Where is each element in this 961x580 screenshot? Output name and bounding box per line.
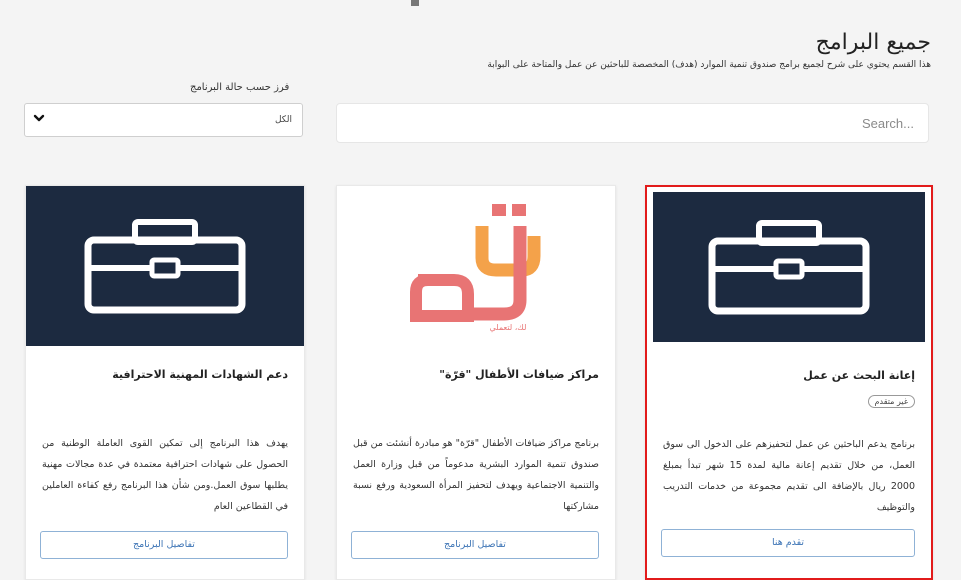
card-description: يهدف هذا البرنامج إلى تمكين القوى العامل…	[42, 438, 288, 512]
briefcase-icon	[84, 219, 246, 314]
status-filter-value: الكل	[274, 115, 292, 125]
filter-label: فرز حسب حالة البرنامج	[190, 82, 290, 93]
status-filter-select[interactable]: الكل	[24, 103, 303, 137]
page-description: هذا القسم يحتوي على شرح لجميع برامج صندو…	[487, 60, 931, 70]
search-input[interactable]: Search...	[336, 103, 929, 143]
program-card-job-seeker[interactable]: إعانة البحث عن عمل غير متقدم برنامج يدعم…	[645, 185, 933, 580]
card-title: دعم الشهادات المهنية الاحترافية	[112, 368, 288, 381]
card-image	[653, 192, 925, 342]
program-card-certificates[interactable]: دعم الشهادات المهنية الاحترافية يهدف هذا…	[25, 185, 305, 580]
status-badge: غير متقدم	[867, 395, 915, 408]
program-details-button[interactable]: تفاصيل البرنامج	[40, 531, 288, 559]
apply-here-button[interactable]: تقدم هنا	[661, 529, 915, 557]
briefcase-icon	[708, 220, 870, 315]
page-title: جميع البرامج	[815, 30, 931, 55]
card-description: برنامج يدعم الباحثين عن عمل لتحفيزهم على…	[663, 439, 915, 513]
logo-subtitle: لك، لتعملي	[490, 323, 527, 332]
card-image: لك، لتعملي	[337, 186, 615, 346]
card-title: إعانة البحث عن عمل	[803, 369, 915, 382]
program-details-button[interactable]: تفاصيل البرنامج	[351, 531, 599, 559]
top-scroll-marker	[411, 0, 419, 6]
search-placeholder: Search...	[861, 116, 914, 131]
chevron-down-icon	[33, 114, 45, 122]
card-description: برنامج مراكز ضيافات الأطفال "قرّة" هو مب…	[353, 438, 599, 512]
program-card-qurra[interactable]: لك، لتعملي مراكز ضيافات الأطفال "قرّة" ب…	[336, 185, 616, 580]
card-title: مراكز ضيافات الأطفال "قرّة"	[439, 368, 599, 381]
card-image	[26, 186, 304, 346]
qurra-logo: لك، لتعملي	[410, 204, 541, 332]
